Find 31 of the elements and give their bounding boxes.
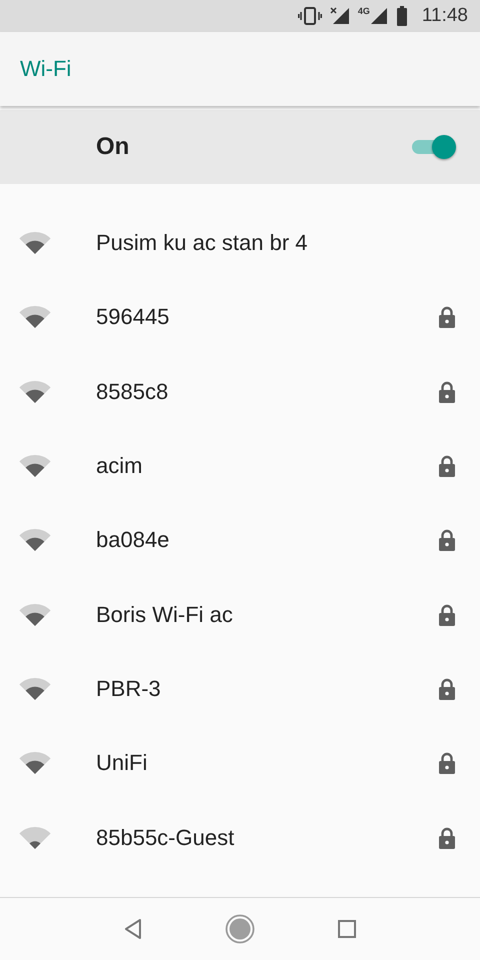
network-item[interactable]: 8585c8 bbox=[0, 354, 480, 429]
network-item[interactable]: UniFi bbox=[0, 726, 480, 800]
screen-title: Wi-Fi bbox=[20, 56, 72, 82]
back-button[interactable] bbox=[123, 918, 143, 940]
network-name: ba084e bbox=[96, 527, 170, 554]
network-name: 596445 bbox=[96, 304, 170, 330]
network-name: PBR-3 bbox=[96, 676, 162, 702]
network-name: UniFi bbox=[96, 750, 148, 776]
network-item[interactable]: acim bbox=[0, 428, 480, 504]
cell-signal-icon bbox=[370, 7, 388, 25]
battery-icon bbox=[396, 6, 408, 26]
network-type-label: 4G bbox=[358, 7, 370, 16]
network-item[interactable]: Pusim ku ac stan br 4 bbox=[0, 206, 480, 280]
network-name: acim bbox=[96, 453, 144, 480]
network-item[interactable]: PBR-3 bbox=[0, 652, 480, 726]
clock-time: 11:48 bbox=[422, 5, 468, 27]
network-name: Boris Wi-Fi ac bbox=[96, 602, 234, 628]
master-switch-bar[interactable]: On bbox=[0, 110, 480, 184]
network-item[interactable]: 85b55c-Guest bbox=[0, 800, 480, 875]
home-button[interactable] bbox=[225, 914, 255, 944]
vibrate-icon bbox=[298, 7, 322, 25]
network-name: 85b55c-Guest bbox=[96, 824, 236, 851]
switch-label: On bbox=[96, 133, 130, 161]
network-item[interactable]: Boris Wi-Fi ac bbox=[0, 577, 480, 652]
network-item[interactable]: 596445 bbox=[0, 280, 480, 355]
recents-button[interactable] bbox=[337, 919, 357, 939]
no-sim-signal-icon bbox=[330, 7, 350, 25]
network-name: 8585c8 bbox=[96, 378, 170, 405]
toggle-switch[interactable] bbox=[410, 133, 456, 161]
network-item[interactable]: ba084e bbox=[0, 503, 480, 578]
network-name: Pusim ku ac stan br 4 bbox=[96, 230, 309, 256]
